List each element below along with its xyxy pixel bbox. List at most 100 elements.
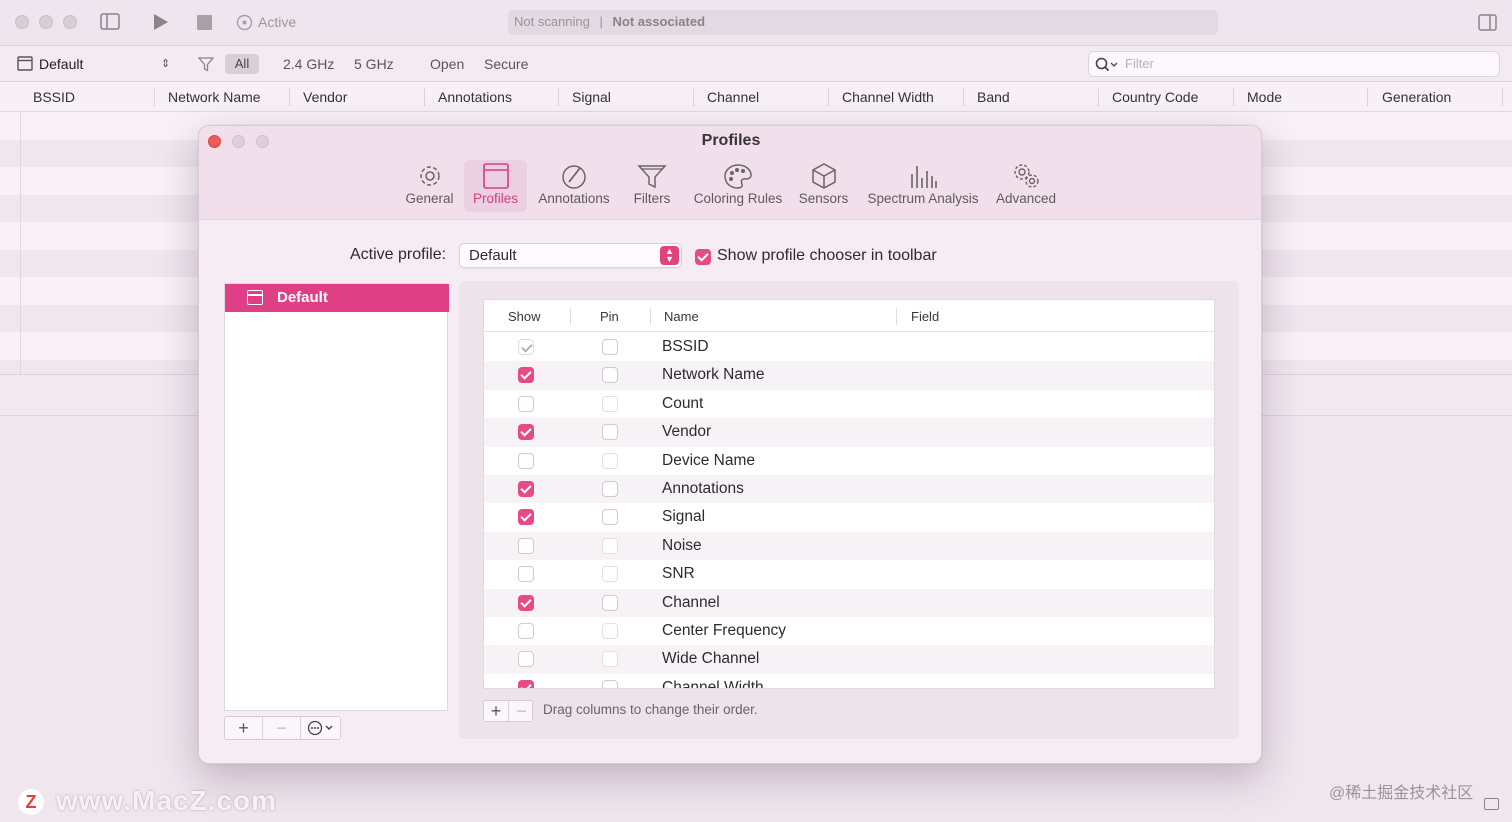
play-icon[interactable]: [153, 13, 169, 31]
show-checkbox[interactable]: [518, 424, 534, 441]
tab-profiles[interactable]: Profiles: [464, 160, 527, 212]
column-header-field[interactable]: Field: [911, 309, 939, 324]
pin-checkbox[interactable]: [602, 537, 618, 554]
profile-actions-menu-button[interactable]: [301, 717, 341, 739]
tab-coloring-rules[interactable]: Coloring Rules: [691, 160, 785, 212]
column-header[interactable]: Network Name: [168, 89, 261, 105]
filter-24ghz-button[interactable]: 2.4 GHz: [283, 56, 334, 72]
show-checkbox[interactable]: [518, 594, 534, 611]
scan-status-text: Not scanning: [514, 14, 590, 29]
table-row[interactable]: Vendor: [484, 418, 1214, 447]
profiles-dialog: Profiles General Profiles Annotations Fi…: [198, 125, 1262, 764]
pin-checkbox[interactable]: [602, 395, 618, 412]
show-checkbox[interactable]: [518, 679, 534, 688]
field-list-buttons: + −: [483, 700, 533, 722]
column-header-name[interactable]: Name: [664, 309, 699, 324]
column-header[interactable]: Channel Width: [842, 89, 934, 105]
scan-status: Not scanning | Not associated: [508, 10, 1218, 35]
fields-table-body: BSSID Network Name Count Vendor Device N…: [484, 333, 1214, 688]
tab-filters[interactable]: Filters: [629, 160, 675, 212]
pin-checkbox[interactable]: [602, 566, 618, 583]
column-header[interactable]: Generation: [1382, 89, 1451, 105]
tab-annotations[interactable]: Annotations: [535, 160, 613, 212]
filter-funnel-icon[interactable]: [198, 57, 214, 72]
pin-checkbox[interactable]: [602, 509, 618, 526]
pin-checkbox[interactable]: [602, 452, 618, 469]
profile-list-item[interactable]: Default: [225, 284, 449, 312]
table-row[interactable]: Channel Width: [484, 674, 1214, 688]
profile-icon: [17, 56, 33, 71]
table-row[interactable]: Wide Channel: [484, 645, 1214, 674]
column-header[interactable]: BSSID: [33, 89, 75, 105]
profile-list-buttons: + −: [224, 716, 341, 740]
column-header-pin[interactable]: Pin: [600, 309, 619, 324]
close-window-button[interactable]: [15, 15, 29, 29]
filter-open-button[interactable]: Open: [430, 56, 464, 72]
show-profile-chooser-label: Show profile chooser in toolbar: [717, 247, 937, 264]
pin-checkbox[interactable]: [602, 480, 618, 497]
table-row[interactable]: Signal: [484, 503, 1214, 531]
pin-checkbox[interactable]: [602, 594, 618, 611]
minimize-window-button[interactable]: [39, 15, 53, 29]
field-name: BSSID: [662, 338, 709, 355]
show-checkbox[interactable]: [518, 651, 534, 668]
show-checkbox[interactable]: [518, 537, 534, 554]
pin-checkbox[interactable]: [602, 679, 618, 688]
filter-search-field[interactable]: Filter: [1088, 51, 1500, 77]
filter-5ghz-button[interactable]: 5 GHz: [354, 56, 394, 72]
table-row[interactable]: Network Name: [484, 361, 1214, 390]
tab-advanced[interactable]: Advanced: [994, 160, 1058, 212]
column-header-show[interactable]: Show: [508, 309, 541, 324]
table-row[interactable]: Annotations: [484, 474, 1214, 504]
tab-sensors[interactable]: Sensors: [797, 160, 850, 212]
table-row[interactable]: Noise: [484, 531, 1214, 561]
column-header[interactable]: Country Code: [1112, 89, 1198, 105]
add-field-button[interactable]: +: [484, 701, 509, 721]
table-row[interactable]: Center Frequency: [484, 617, 1214, 645]
credit-text: @稀土掘金技术社区: [1329, 785, 1474, 802]
show-checkbox[interactable]: [518, 480, 534, 497]
table-row[interactable]: Device Name: [484, 447, 1214, 475]
table-divider: [20, 112, 21, 374]
table-row[interactable]: BSSID: [484, 333, 1214, 361]
column-header[interactable]: Signal: [572, 89, 611, 105]
table-row[interactable]: Count: [484, 390, 1214, 418]
remove-field-button[interactable]: −: [509, 701, 534, 721]
tab-label: Advanced: [995, 191, 1057, 206]
profile-list: Default: [224, 283, 449, 711]
column-header[interactable]: Mode: [1247, 89, 1282, 105]
stop-icon[interactable]: [197, 15, 212, 30]
pin-checkbox[interactable]: [602, 367, 618, 384]
column-header[interactable]: Vendor: [303, 89, 347, 105]
show-profile-chooser-checkbox[interactable]: [695, 249, 711, 265]
show-checkbox[interactable]: [518, 395, 534, 412]
show-checkbox[interactable]: [518, 566, 534, 583]
column-header[interactable]: Band: [977, 89, 1010, 105]
add-profile-button[interactable]: +: [225, 717, 263, 739]
table-row[interactable]: SNR: [484, 560, 1214, 588]
column-header[interactable]: Annotations: [438, 89, 512, 105]
tab-spectrum-analysis[interactable]: Spectrum Analysis: [863, 160, 983, 212]
inspector-toggle-icon[interactable]: [1478, 14, 1497, 31]
profile-chooser[interactable]: Default: [39, 56, 83, 72]
show-checkbox[interactable]: [518, 622, 534, 639]
profile-chooser-chevron-icon[interactable]: ⇕: [161, 57, 170, 70]
pin-checkbox[interactable]: [602, 339, 618, 355]
watermark-text: www.MacZ.com: [56, 785, 278, 816]
pin-checkbox[interactable]: [602, 424, 618, 441]
zoom-window-button[interactable]: [63, 15, 77, 29]
pin-checkbox[interactable]: [602, 651, 618, 668]
show-checkbox[interactable]: [518, 452, 534, 469]
active-profile-select[interactable]: Default ▲ ▼: [459, 243, 682, 268]
show-checkbox[interactable]: [518, 509, 534, 526]
pin-checkbox[interactable]: [602, 622, 618, 639]
table-row[interactable]: Channel: [484, 588, 1214, 617]
sidebar-toggle-icon[interactable]: [100, 13, 120, 30]
filter-secure-button[interactable]: Secure: [484, 56, 528, 72]
remove-profile-button[interactable]: −: [263, 717, 301, 739]
filter-all-button[interactable]: All: [225, 54, 259, 74]
column-header[interactable]: Channel: [707, 89, 759, 105]
select-stepper-icon: ▲ ▼: [660, 246, 679, 265]
show-checkbox[interactable]: [518, 367, 534, 384]
tab-general[interactable]: General: [401, 160, 458, 212]
